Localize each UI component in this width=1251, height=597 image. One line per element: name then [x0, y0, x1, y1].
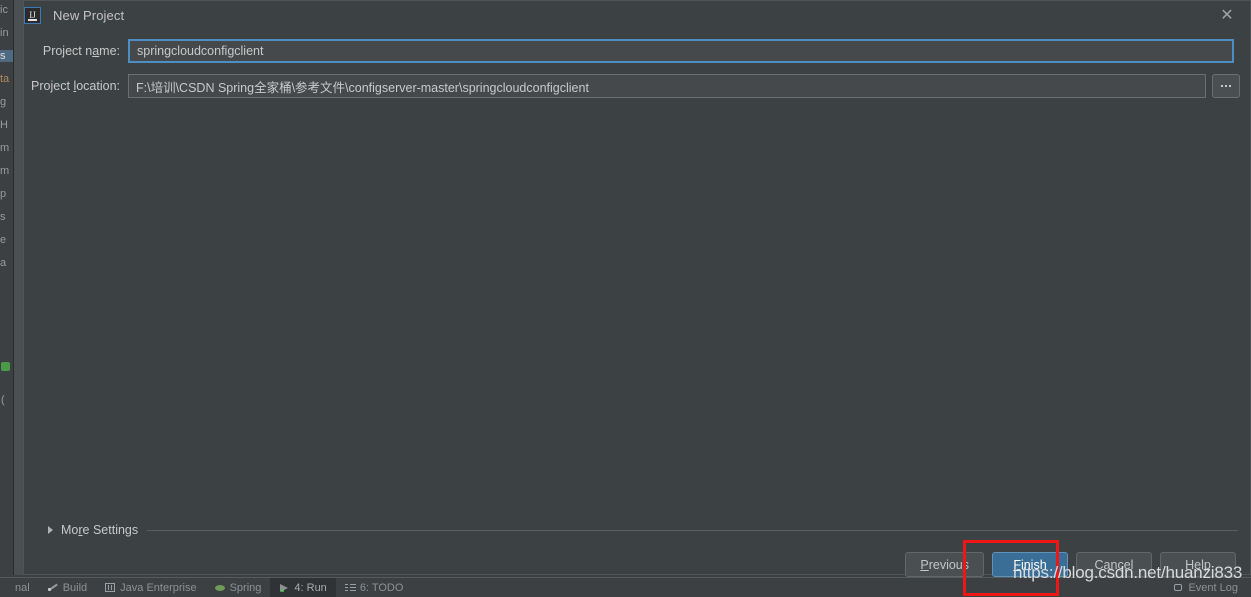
strip-letter[interactable]: m — [0, 142, 13, 154]
section-divider — [147, 529, 1238, 531]
status-item-spring[interactable]: Spring — [206, 578, 271, 597]
more-settings-label: More Settings — [61, 523, 139, 537]
status-item-label: Spring — [229, 581, 262, 594]
status-item-java-enterprise[interactable]: Java Enterprise — [96, 578, 205, 597]
project-location-input[interactable]: F:\培训\CSDN Spring全家桶\参考文件\configserver-m… — [128, 74, 1206, 98]
strip-letter[interactable]: a — [0, 257, 13, 269]
strip-letter[interactable]: ic — [0, 4, 13, 16]
project-location-row: Project location: F:\培训\CSDN Spring全家桶\参… — [24, 74, 1240, 98]
strip-paren-text: ( — [1, 394, 5, 406]
strip-letter[interactable]: m — [0, 165, 13, 177]
strip-letter[interactable]: s — [0, 211, 13, 223]
strip-letter[interactable]: s — [0, 50, 13, 62]
mnemonic-char: P — [920, 557, 929, 572]
strip-letter[interactable]: e — [0, 234, 13, 246]
spring-icon — [214, 582, 226, 593]
status-item-run[interactable]: 4: Run — [270, 578, 336, 597]
dialog-title: New Project — [53, 8, 125, 23]
ide-left-gutter — [14, 0, 23, 575]
status-item-todo[interactable]: 6: TODO — [336, 578, 413, 597]
status-item-label: 6: TODO — [359, 581, 404, 594]
java-enterprise-icon — [105, 582, 116, 593]
previous-button[interactable]: Previous — [905, 552, 984, 577]
terminal-icon — [0, 582, 11, 593]
intellij-idea-icon: IJ — [24, 7, 41, 24]
ide-left-toolwindow-strip[interactable]: ic in s ta g Hm m p s e a — [0, 0, 14, 575]
strip-letter[interactable]: p — [0, 188, 13, 200]
build-icon — [47, 582, 59, 593]
strip-letter[interactable]: H — [0, 119, 13, 131]
project-name-label: Project name: — [42, 44, 120, 58]
more-settings-section[interactable]: More Settings — [24, 519, 1251, 541]
status-item-label: Java Enterprise — [120, 581, 197, 594]
project-name-input[interactable]: springcloudconfigclient — [128, 39, 1234, 63]
status-item-label: Event Log — [1188, 581, 1238, 594]
run-icon — [279, 582, 290, 593]
browse-location-button[interactable] — [1212, 74, 1240, 98]
status-item-build[interactable]: Build — [39, 578, 96, 597]
watermark-text: https://blog.csdn.net/huanzi833 — [1013, 563, 1243, 582]
ellipsis-icon — [1229, 85, 1231, 87]
project-location-label: Project location: — [31, 79, 120, 93]
status-item-label: 4: Run — [294, 581, 327, 594]
dialog-titlebar: IJ New Project ✕ — [24, 1, 1250, 30]
ellipsis-icon — [1225, 85, 1227, 87]
status-item-label: Build — [62, 581, 88, 594]
strip-letter[interactable]: in — [0, 27, 13, 39]
todo-icon — [344, 582, 356, 593]
event-log-icon — [1173, 582, 1184, 593]
new-project-dialog: IJ New Project ✕ Project name: springclo… — [23, 0, 1251, 577]
project-name-row: Project name: springcloudconfigclient — [24, 39, 1234, 63]
strip-letter[interactable]: ta — [0, 73, 13, 85]
close-icon[interactable]: ✕ — [1216, 5, 1238, 27]
chevron-right-icon[interactable] — [48, 526, 53, 534]
status-item-label: nal — [15, 581, 30, 594]
status-item-terminal[interactable]: nal — [0, 578, 39, 597]
green-status-icon — [1, 362, 10, 371]
strip-letter[interactable]: g — [0, 96, 13, 108]
ellipsis-icon — [1221, 85, 1223, 87]
